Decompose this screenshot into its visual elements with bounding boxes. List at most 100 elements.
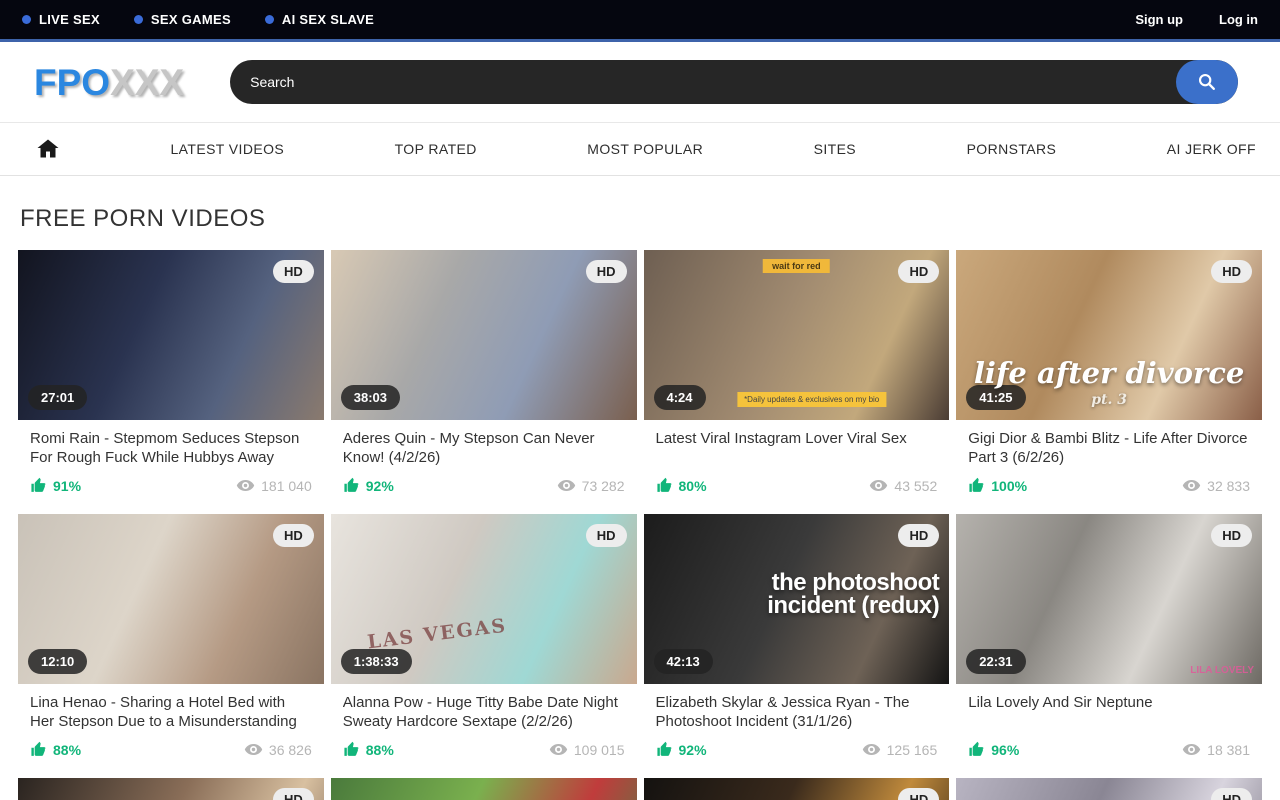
like-rating: 88%	[30, 741, 81, 758]
video-card: HD	[644, 778, 950, 800]
video-title[interactable]: Gigi Dior & Bambi Blitz - Life After Div…	[968, 430, 1250, 470]
view-counter: 32 833	[1182, 476, 1250, 495]
view-count: 125 165	[887, 742, 938, 758]
video-stats: 91% 181 040	[30, 476, 312, 495]
topbar-link-sex-games[interactable]: SEX GAMES	[134, 12, 231, 27]
view-count: 32 833	[1207, 478, 1250, 494]
eye-icon	[549, 740, 568, 759]
logo-text-fpo: FPO	[34, 62, 110, 103]
home-icon	[36, 137, 60, 161]
video-stats: 88% 109 015	[343, 740, 625, 759]
view-counter: 18 381	[1182, 740, 1250, 759]
search-icon	[1196, 71, 1218, 93]
eye-icon	[862, 740, 881, 759]
video-thumbnail[interactable]: 22:31 HD LILA LOVELY	[956, 514, 1262, 684]
nav-item-top-rated[interactable]: TOP RATED	[395, 141, 477, 157]
topbar-links: LIVE SEX SEX GAMES AI SEX SLAVE	[22, 12, 374, 27]
video-stats: 88% 36 826	[30, 740, 312, 759]
thumbs-up-icon	[343, 477, 360, 494]
video-card: 12:10 HD Lina Henao - Sharing a Hotel Be…	[18, 514, 324, 769]
video-title[interactable]: Elizabeth Skylar & Jessica Ryan - The Ph…	[656, 694, 938, 734]
hd-badge: HD	[273, 788, 314, 800]
video-thumbnail[interactable]: 12:10 HD	[18, 514, 324, 684]
like-rating: 100%	[968, 477, 1027, 494]
video-card: HD	[956, 778, 1262, 800]
video-thumbnail[interactable]: HD	[18, 778, 324, 800]
video-card: 22:31 HD LILA LOVELY Lila Lovely And Sir…	[956, 514, 1262, 769]
video-info: Alanna Pow - Huge Titty Babe Date Night …	[331, 684, 637, 769]
login-link[interactable]: Log in	[1219, 12, 1258, 27]
video-title[interactable]: Lina Henao - Sharing a Hotel Bed with He…	[30, 694, 312, 734]
main-nav: LATEST VIDEOS TOP RATED MOST POPULAR SIT…	[0, 122, 1280, 176]
home-button[interactable]	[36, 137, 60, 161]
thumbnail-overlay-text: LAS VEGAS	[367, 614, 509, 653]
nav-item-sites[interactable]: SITES	[814, 141, 856, 157]
video-card: 41:25 HD life after divorcept. 3 Gigi Di…	[956, 250, 1262, 505]
eye-icon	[236, 476, 255, 495]
video-info: Latest Viral Instagram Lover Viral Sex 8…	[644, 420, 950, 505]
video-thumbnail[interactable]: 38:03 HD	[331, 250, 637, 420]
like-percent: 100%	[991, 478, 1027, 494]
nav-item-most-popular[interactable]: MOST POPULAR	[587, 141, 703, 157]
video-title[interactable]: Lila Lovely And Sir Neptune	[968, 694, 1250, 734]
thumbs-up-icon	[30, 741, 47, 758]
signup-link[interactable]: Sign up	[1135, 12, 1183, 27]
duration-badge: 27:01	[28, 385, 87, 410]
video-thumbnail[interactable]: 1:38:33 HD LAS VEGAS	[331, 514, 637, 684]
like-rating: 92%	[656, 741, 707, 758]
video-thumbnail[interactable]	[331, 778, 637, 800]
duration-badge: 41:25	[966, 385, 1025, 410]
site-header: FPOXXX	[0, 42, 1280, 122]
thumbnail-overlay-text: *Daily updates & exclusives on my bio	[737, 392, 886, 407]
video-stats: 92% 73 282	[343, 476, 625, 495]
thumbs-up-icon	[968, 741, 985, 758]
video-stats: 96% 18 381	[968, 740, 1250, 759]
topbar-link-live-sex[interactable]: LIVE SEX	[22, 12, 100, 27]
site-logo[interactable]: FPOXXX	[34, 64, 184, 101]
duration-badge: 38:03	[341, 385, 400, 410]
video-card: 1:38:33 HD LAS VEGAS Alanna Pow - Huge T…	[331, 514, 637, 769]
hd-badge: HD	[898, 260, 939, 283]
hd-badge: HD	[1211, 788, 1252, 800]
like-percent: 88%	[53, 742, 81, 758]
video-title[interactable]: Latest Viral Instagram Lover Viral Sex	[656, 430, 938, 470]
video-thumbnail[interactable]: HD	[956, 778, 1262, 800]
nav-item-ai-jerk-off[interactable]: AI JERK OFF	[1167, 141, 1256, 157]
video-thumbnail[interactable]: 4:24 HD wait for red*Daily updates & exc…	[644, 250, 950, 420]
video-info: Elizabeth Skylar & Jessica Ryan - The Ph…	[644, 684, 950, 769]
video-stats: 80% 43 552	[656, 476, 938, 495]
video-title[interactable]: Aderes Quin - My Stepson Can Never Know!…	[343, 430, 625, 470]
nav-item-latest-videos[interactable]: LATEST VIDEOS	[171, 141, 285, 157]
video-thumbnail[interactable]: HD	[644, 778, 950, 800]
thumbnail-overlay-text: wait for red	[763, 259, 830, 273]
like-rating: 88%	[343, 741, 394, 758]
video-title[interactable]: Alanna Pow - Huge Titty Babe Date Night …	[343, 694, 625, 734]
hd-badge: HD	[1211, 524, 1252, 547]
video-thumbnail[interactable]: 41:25 HD life after divorcept. 3	[956, 250, 1262, 420]
like-rating: 92%	[343, 477, 394, 494]
video-thumbnail[interactable]: 27:01 HD	[18, 250, 324, 420]
video-card: 27:01 HD Romi Rain - Stepmom Seduces Ste…	[18, 250, 324, 505]
view-counter: 181 040	[236, 476, 312, 495]
eye-icon	[244, 740, 263, 759]
thumbnail-overlay-text: the photoshoot incident (redux)	[762, 572, 939, 618]
view-count: 181 040	[261, 478, 312, 494]
duration-badge: 22:31	[966, 649, 1025, 674]
video-title[interactable]: Romi Rain - Stepmom Seduces Stepson For …	[30, 430, 312, 470]
view-counter: 109 015	[549, 740, 625, 759]
video-card	[331, 778, 637, 800]
eye-icon	[557, 476, 576, 495]
view-count: 43 552	[894, 478, 937, 494]
search-input[interactable]	[230, 74, 1176, 90]
nav-item-pornstars[interactable]: PORNSTARS	[967, 141, 1057, 157]
topbar-link-ai-sex-slave[interactable]: AI SEX SLAVE	[265, 12, 374, 27]
topbar-auth: Sign up Log in	[1135, 12, 1258, 27]
video-grid: 27:01 HD Romi Rain - Stepmom Seduces Ste…	[0, 250, 1280, 800]
video-card: 38:03 HD Aderes Quin - My Stepson Can Ne…	[331, 250, 637, 505]
duration-badge: 1:38:33	[341, 649, 412, 674]
duration-badge: 12:10	[28, 649, 87, 674]
video-thumbnail[interactable]: 42:13 HD the photoshoot incident (redux)	[644, 514, 950, 684]
search-button[interactable]	[1176, 60, 1238, 104]
like-percent: 91%	[53, 478, 81, 494]
view-count: 18 381	[1207, 742, 1250, 758]
